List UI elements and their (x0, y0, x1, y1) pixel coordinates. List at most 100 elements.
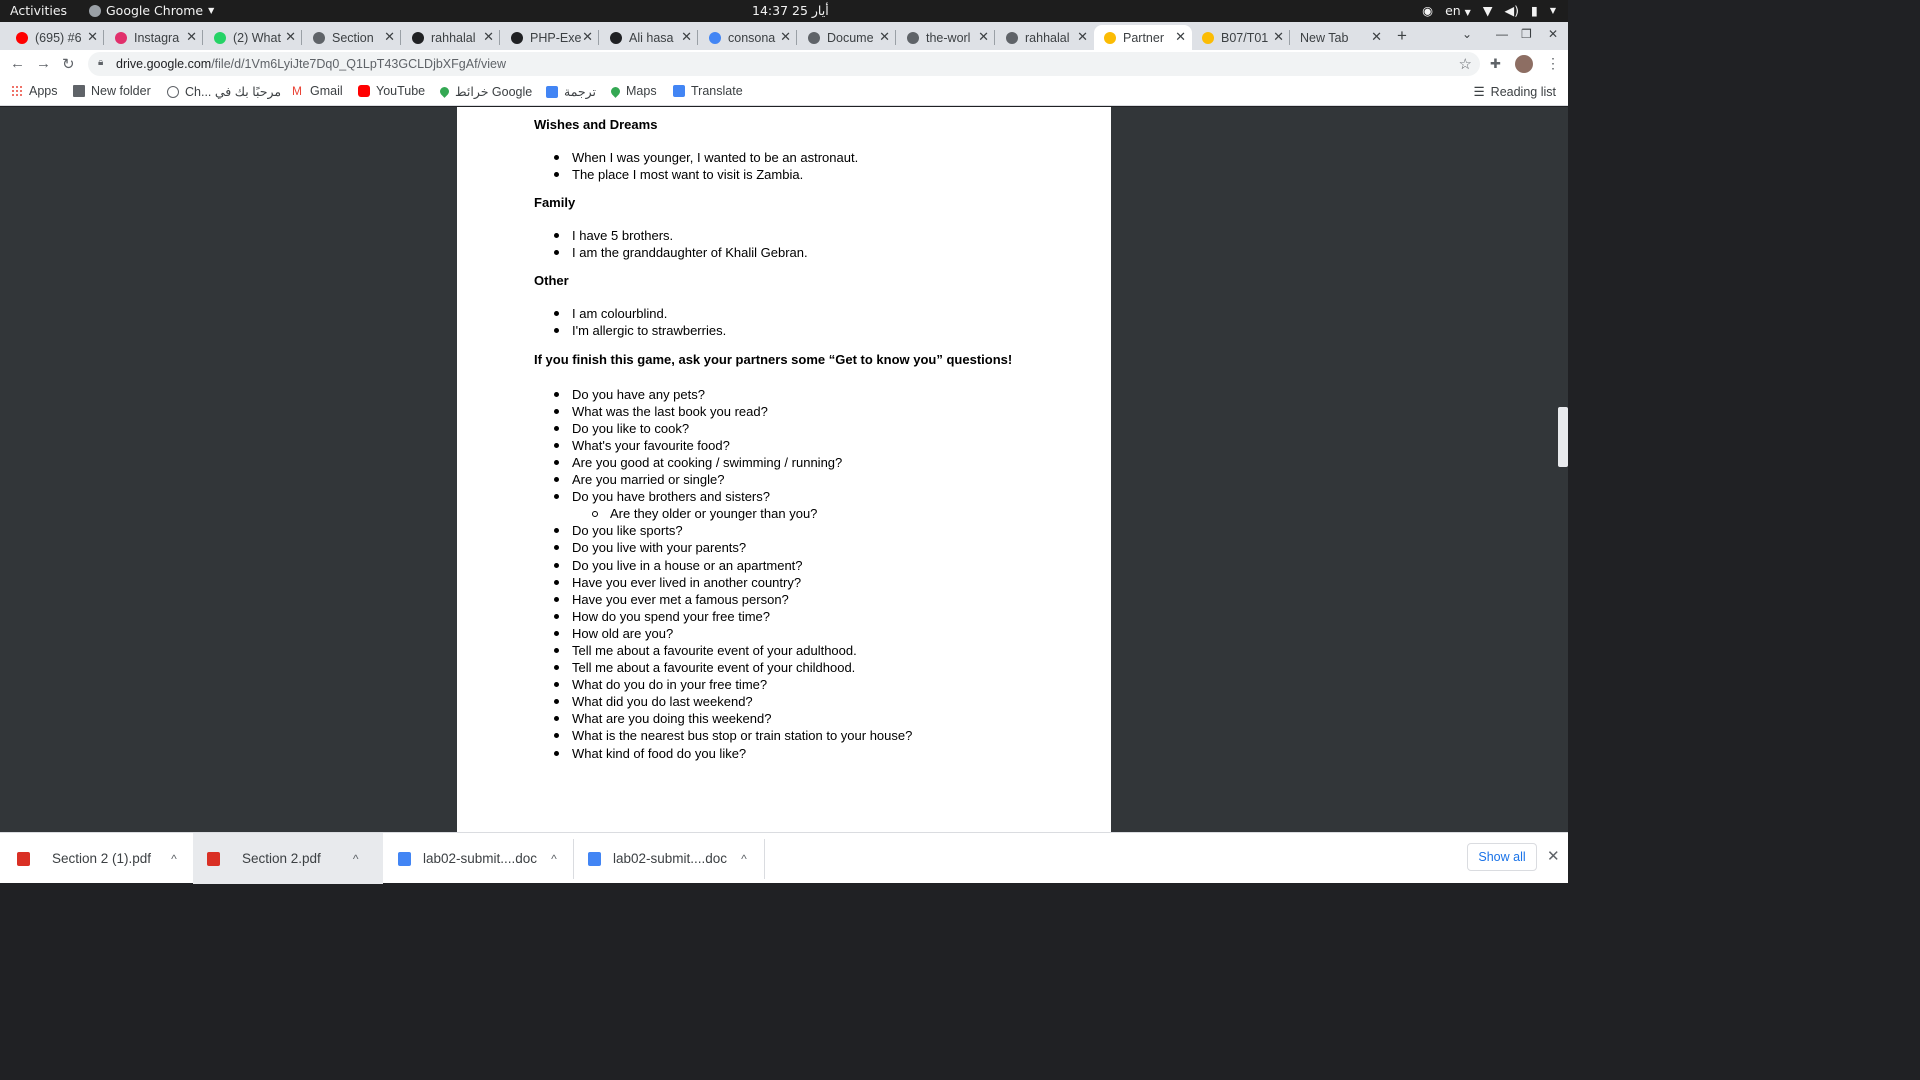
chevron-up-icon[interactable]: ^ (741, 852, 747, 866)
system-top-bar: Activities Google Chrome ▼ 14:37 25 أيار… (0, 0, 1568, 22)
reload-icon[interactable]: ↻ (62, 55, 75, 73)
close-tab-icon[interactable]: ✕ (879, 29, 890, 45)
browser-tab[interactable]: Instagra ✕ (105, 25, 203, 50)
back-arrow-icon[interactable]: ← (10, 55, 25, 72)
browser-tab[interactable]: consona ✕ (699, 25, 797, 50)
whatsapp-icon (214, 31, 226, 44)
tab-title: rahhalal (431, 30, 476, 45)
discord-icon[interactable]: ◉ (1422, 3, 1433, 18)
tab-title: Section (332, 30, 374, 45)
tab-title: Ali hasa (629, 30, 674, 45)
list-item: Do you have brothers and sisters? (534, 488, 1094, 505)
scrollbar-thumb[interactable] (1558, 407, 1568, 467)
tab-title: the-worl (926, 30, 971, 45)
chevron-up-icon[interactable]: ^ (551, 852, 557, 866)
more-menu-icon[interactable]: ⋮ (1546, 55, 1560, 72)
bookmark-maps[interactable]: Maps (609, 84, 657, 98)
extensions-puzzle-icon[interactable]: ✚ (1490, 56, 1501, 72)
wifi-icon: ▼ (1482, 3, 1493, 18)
close-tab-icon[interactable]: ✕ (1175, 29, 1186, 45)
language-indicator[interactable]: en ▼ (1445, 3, 1471, 18)
activities-button[interactable]: Activities (10, 3, 67, 18)
bookmark-apps[interactable]: Apps (11, 84, 58, 98)
youtube-icon (358, 85, 370, 97)
close-tab-icon[interactable]: ✕ (1371, 29, 1382, 45)
close-tab-icon[interactable]: ✕ (483, 29, 494, 45)
close-tab-icon[interactable]: ✕ (87, 29, 98, 45)
minimize-icon[interactable]: — (1496, 27, 1508, 41)
show-all-downloads-button[interactable]: Show all (1467, 843, 1537, 871)
clock[interactable]: 14:37 25 أيار (752, 3, 829, 18)
download-item[interactable]: lab02-submit....doc ^ (384, 833, 573, 884)
browser-tab[interactable]: the-worl ✕ (897, 25, 995, 50)
url-text[interactable]: drive.google.com/file/d/1Vm6LyiJte7Dq0_Q… (116, 57, 506, 71)
browser-tab[interactable]: rahhalal ✕ (402, 25, 500, 50)
restore-icon[interactable]: ❐ (1521, 27, 1532, 41)
globe-icon (313, 31, 325, 44)
bookmark-star-icon[interactable]: ☆ (1459, 55, 1472, 73)
browser-tab[interactable]: Ali hasa ✕ (600, 25, 698, 50)
list-item: I am the granddaughter of Khalil Gebran. (534, 244, 1094, 261)
close-tab-icon[interactable]: ✕ (681, 29, 692, 45)
list-item: How do you spend your free time? (534, 608, 1094, 625)
close-tab-icon[interactable]: ✕ (384, 29, 395, 45)
reading-list-button[interactable]: ☰ Reading list (1473, 84, 1556, 100)
browser-tab[interactable]: Section ✕ (303, 25, 401, 50)
list-item: I'm allergic to strawberries. (534, 322, 1094, 339)
chevron-up-icon[interactable]: ^ (353, 852, 359, 866)
close-tab-icon[interactable]: ✕ (1077, 29, 1088, 45)
close-shelf-icon[interactable]: ✕ (1547, 847, 1560, 865)
bullet-list: I have 5 brothers. I am the granddaughte… (534, 227, 1094, 261)
bookmark-translate-ar[interactable]: ترجمة (546, 84, 596, 99)
close-tab-icon[interactable]: ✕ (582, 29, 593, 45)
app-name: Google Chrome (106, 3, 204, 18)
close-tab-icon[interactable]: ✕ (1273, 29, 1284, 45)
bookmark-gmail[interactable]: M Gmail (292, 84, 343, 98)
browser-tab[interactable]: Docume ✕ (798, 25, 896, 50)
bookmark-youtube[interactable]: YouTube (358, 84, 425, 98)
bookmark-google-maps-ar[interactable]: خرائط Google (438, 84, 532, 99)
browser-tab[interactable]: rahhalal ✕ (996, 25, 1094, 50)
bookmark-new-folder[interactable]: New folder (73, 84, 151, 98)
list-item: I have 5 brothers. (534, 227, 1094, 244)
browser-tab[interactable]: B07/T01 ✕ (1192, 25, 1290, 50)
book-icon (610, 31, 622, 44)
volume-icon: ◀) (1504, 3, 1519, 18)
browser-tab[interactable]: (2) What ✕ (204, 25, 302, 50)
system-tray[interactable]: ◉ en ▼ ▼ ◀) ▮ ▼ (1422, 3, 1556, 18)
translate-icon (546, 85, 558, 98)
download-shelf: Section 2 (1).pdf ^ Section 2.pdf ^ lab0… (0, 832, 1568, 884)
list-item: When I was younger, I wanted to be an as… (534, 149, 1094, 166)
close-tab-icon[interactable]: ✕ (285, 29, 296, 45)
close-tab-icon[interactable]: ✕ (186, 29, 197, 45)
list-item: Have you ever lived in another country? (534, 574, 1094, 591)
tab-title: (695) #6 (35, 30, 82, 45)
close-tab-icon[interactable]: ✕ (780, 29, 791, 45)
browser-tab[interactable]: PHP-Exe ✕ (501, 25, 599, 50)
browser-tab[interactable]: New Tab ✕ (1290, 25, 1388, 50)
browser-tab[interactable]: (695) #6 ✕ (6, 25, 104, 50)
download-item[interactable]: Section 2 (1).pdf ^ (0, 833, 192, 884)
tab-title: B07/T01 (1221, 30, 1269, 45)
bookmark-marhaba[interactable]: Ch... مرحبًا بك في (167, 84, 281, 99)
google-drive-icon (1104, 31, 1116, 44)
system-menu-caret-icon[interactable]: ▼ (1550, 6, 1556, 15)
chevron-up-icon[interactable]: ^ (171, 852, 177, 866)
download-item[interactable]: lab02-submit....doc ^ (574, 833, 764, 884)
address-bar[interactable]: 🔒︎ drive.google.com/file/d/1Vm6LyiJte7Dq… (88, 52, 1480, 76)
close-window-icon[interactable]: ✕ (1548, 27, 1558, 41)
profile-avatar[interactable] (1515, 55, 1533, 73)
close-tab-icon[interactable]: ✕ (978, 29, 989, 45)
chrome-icon (89, 4, 101, 17)
list-item: Do you like to cook? (534, 420, 1094, 437)
list-item: Have you ever met a famous person? (534, 591, 1094, 608)
app-menu[interactable]: Google Chrome ▼ (89, 3, 214, 18)
download-item[interactable]: Section 2.pdf ^ (193, 833, 383, 884)
new-tab-plus-icon[interactable]: + (1397, 26, 1407, 46)
bookmark-translate[interactable]: Translate (673, 84, 743, 98)
download-filename: Section 2.pdf (242, 851, 321, 866)
browser-tab-active[interactable]: Partner ✕ (1094, 25, 1192, 50)
forward-arrow-icon[interactable]: → (36, 55, 51, 72)
tab-search-icon[interactable]: ⌄ (1462, 27, 1472, 41)
lock-icon[interactable]: 🔒︎ (98, 57, 103, 68)
